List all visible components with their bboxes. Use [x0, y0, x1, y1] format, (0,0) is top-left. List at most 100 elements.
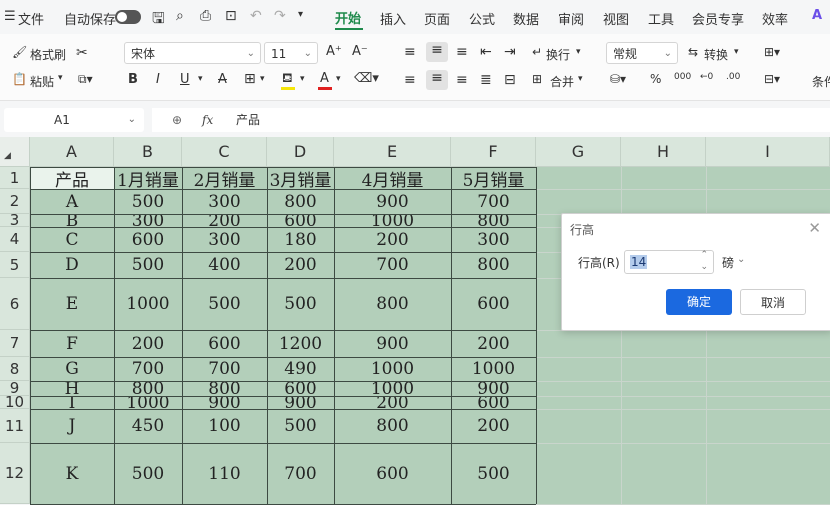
decrease-font-icon[interactable]: A⁻	[352, 44, 368, 59]
tab-data[interactable]: 数据	[513, 9, 539, 28]
tab-efficiency[interactable]: 效率	[762, 9, 788, 28]
table-cell[interactable]: 1000	[334, 357, 451, 381]
cancel-button[interactable]: 取消	[740, 289, 806, 315]
cell-style-icon[interactable]: ⊟▾	[764, 72, 780, 86]
row-header-11[interactable]: 11	[0, 409, 30, 443]
table-cell[interactable]: 500	[114, 443, 182, 504]
table-cell[interactable]: 200	[182, 214, 267, 227]
underline-icon[interactable]: U	[180, 72, 190, 87]
chevron-down-icon[interactable]: ▾	[576, 47, 581, 57]
row-header-8[interactable]: 8	[0, 357, 30, 381]
table-cell[interactable]: 180	[267, 227, 334, 252]
cut-icon[interactable]: ✂	[76, 45, 88, 61]
column-header-i[interactable]: I	[706, 137, 830, 167]
select-all-corner[interactable]: ◢	[0, 137, 30, 167]
zoom-formula-icon[interactable]: ⊕	[172, 108, 182, 132]
border-icon[interactable]: ⊞	[244, 71, 256, 87]
table-cell[interactable]: 900	[334, 189, 451, 214]
column-header-a[interactable]: A	[30, 137, 114, 167]
table-cell[interactable]: 700	[114, 357, 182, 381]
table-cell[interactable]: A	[30, 189, 114, 214]
table-cell[interactable]: 500	[267, 409, 334, 443]
header-cell[interactable]: 5月销量	[451, 167, 536, 190]
fx-icon[interactable]: fx	[202, 108, 213, 132]
table-cell[interactable]: 200	[334, 227, 451, 252]
row-header-6[interactable]: 6	[0, 278, 30, 330]
row-header-7[interactable]: 7	[0, 330, 30, 357]
table-cell[interactable]: B	[30, 214, 114, 227]
distributed-icon[interactable]: ⊟	[504, 72, 516, 88]
table-cell[interactable]: 600	[182, 330, 267, 357]
thousands-icon[interactable]: 000	[674, 72, 691, 82]
merge-icon[interactable]: ⊞	[532, 72, 542, 86]
number-format-select[interactable]: 常规 ⌄	[606, 42, 678, 64]
save-icon[interactable]: 🖫	[152, 8, 165, 33]
increase-indent-icon[interactable]: ⇥	[504, 44, 516, 60]
table-cell[interactable]: K	[30, 443, 114, 504]
tab-view[interactable]: 视图	[603, 9, 629, 28]
align-bottom-icon[interactable]: ≡	[456, 44, 468, 60]
align-center-icon[interactable]: ≡	[426, 70, 448, 90]
conditional-format-button[interactable]: 条件	[812, 73, 830, 90]
ok-button[interactable]: 确定	[666, 289, 732, 315]
table-cell[interactable]: D	[30, 252, 114, 278]
table-cell[interactable]: 300	[182, 227, 267, 252]
fill-color-icon[interactable]: ⛾	[282, 71, 293, 88]
column-header-b[interactable]: B	[114, 137, 182, 167]
table-cell[interactable]: 300	[451, 227, 536, 252]
table-cell[interactable]: 600	[334, 443, 451, 504]
chevron-down-icon[interactable]: ▾	[300, 74, 305, 84]
table-cell[interactable]: 700	[182, 357, 267, 381]
table-cell[interactable]: 500	[267, 278, 334, 330]
table-style-icon[interactable]: ⊞▾	[764, 45, 780, 59]
close-icon[interactable]: ✕	[808, 219, 821, 237]
table-cell[interactable]: 600	[114, 227, 182, 252]
table-cell[interactable]: 400	[182, 252, 267, 278]
tab-insert[interactable]: 插入	[380, 9, 406, 28]
table-cell[interactable]: 200	[451, 330, 536, 357]
merge-button[interactable]: 合并	[550, 73, 574, 90]
table-cell[interactable]: 100	[182, 409, 267, 443]
redo-icon[interactable]: ↷	[274, 8, 286, 24]
ai-icon[interactable]: A	[812, 8, 822, 23]
table-cell[interactable]: 500	[114, 189, 182, 214]
header-cell[interactable]: 3月销量	[267, 167, 334, 190]
header-cell[interactable]: 产品	[30, 167, 114, 189]
row-header-12[interactable]: 12	[0, 443, 30, 504]
table-cell[interactable]: 500	[451, 443, 536, 504]
strikethrough-icon[interactable]: A	[218, 72, 227, 87]
format-painter-icon[interactable]: 🖌	[12, 45, 27, 59]
table-cell[interactable]: 800	[267, 189, 334, 214]
formula-content[interactable]: 产品	[236, 108, 260, 132]
table-cell[interactable]: H	[30, 381, 114, 396]
table-cell[interactable]: 800	[451, 252, 536, 278]
table-cell[interactable]: 1000	[114, 396, 182, 409]
tab-tools[interactable]: 工具	[648, 9, 674, 28]
chevron-down-icon[interactable]: ▾	[198, 74, 203, 84]
header-cell[interactable]: 1月销量	[114, 167, 182, 190]
table-cell[interactable]: 700	[451, 189, 536, 214]
convert-icon[interactable]: ⇆	[688, 45, 698, 59]
clear-format-icon[interactable]: ⌫▾	[354, 71, 379, 86]
convert-button[interactable]: 转换	[704, 46, 728, 63]
header-cell[interactable]: 2月销量	[182, 167, 267, 190]
copy-icon[interactable]: ⧉▾	[78, 72, 93, 87]
unit-select[interactable]: 磅	[722, 254, 734, 271]
chevron-down-icon[interactable]: ▾	[260, 74, 265, 84]
table-cell[interactable]: 200	[334, 396, 451, 409]
print-icon[interactable]: ⎙	[200, 8, 211, 24]
font-size-select[interactable]: 11 ⌄	[264, 42, 318, 64]
formula-input-area[interactable]: ⊕ fx 产品	[152, 108, 830, 132]
row-header-1[interactable]: 1	[0, 167, 30, 189]
format-painter-button[interactable]: 格式刷	[30, 46, 66, 63]
table-cell[interactable]: 900	[334, 330, 451, 357]
table-cell[interactable]: 300	[114, 214, 182, 227]
table-cell[interactable]: 1200	[267, 330, 334, 357]
chevron-down-icon[interactable]: ▾	[336, 74, 341, 84]
increase-font-icon[interactable]: A⁺	[326, 44, 342, 59]
column-header-f[interactable]: F	[451, 137, 536, 167]
chevron-down-icon[interactable]: ⌄	[737, 254, 745, 265]
column-header-c[interactable]: C	[182, 137, 267, 167]
table-cell[interactable]: 800	[334, 409, 451, 443]
align-left-icon[interactable]: ≡	[404, 72, 416, 88]
